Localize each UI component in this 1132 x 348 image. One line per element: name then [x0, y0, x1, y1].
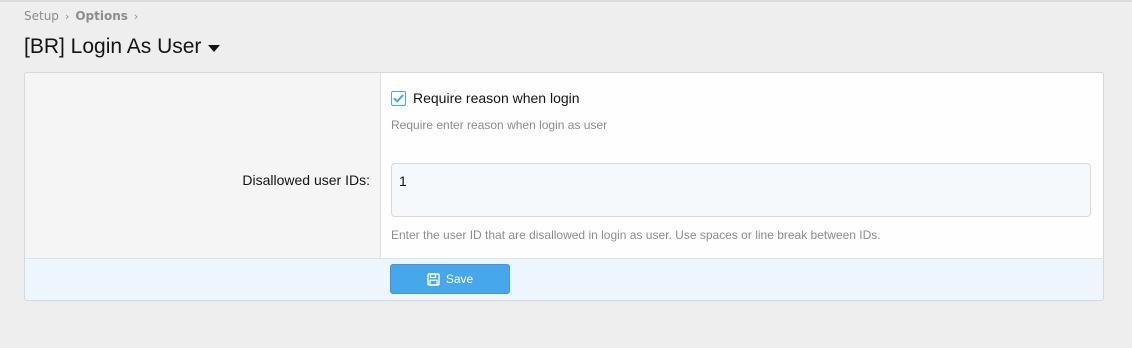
require-reason-checkbox[interactable] — [391, 90, 406, 106]
breadcrumb-options[interactable]: Options — [75, 9, 128, 23]
page-title-text: [BR] Login As User — [24, 35, 202, 58]
chevron-right-icon: › — [64, 9, 70, 23]
require-reason-hint: Require enter reason when login as user — [391, 118, 608, 132]
caret-down-icon[interactable] — [208, 45, 221, 52]
label-column: Disallowed user IDs: — [25, 73, 381, 258]
require-reason-label: Require reason when login — [413, 90, 580, 106]
disallowed-user-ids-label: Disallowed user IDs: — [242, 172, 370, 188]
checkmark-icon — [393, 93, 404, 102]
breadcrumb-setup[interactable]: Setup — [24, 9, 59, 23]
top-border — [0, 0, 1132, 2]
save-button-label: Save — [445, 272, 474, 286]
page-title: [BR] Login As User — [24, 33, 221, 61]
chevron-right-icon: › — [133, 9, 139, 23]
disallowed-user-ids-textarea[interactable]: 1 — [391, 163, 1091, 217]
options-block: Disallowed user IDs: Require reason when… — [24, 72, 1104, 301]
save-icon — [427, 272, 440, 286]
breadcrumb: Setup › Options › — [24, 8, 144, 24]
save-button[interactable]: Save — [390, 264, 510, 294]
disallowed-user-ids-hint: Enter the user ID that are disallowed in… — [391, 228, 881, 242]
require-reason-option[interactable]: Require reason when login — [391, 90, 580, 106]
form-footer: Save — [25, 258, 1103, 300]
